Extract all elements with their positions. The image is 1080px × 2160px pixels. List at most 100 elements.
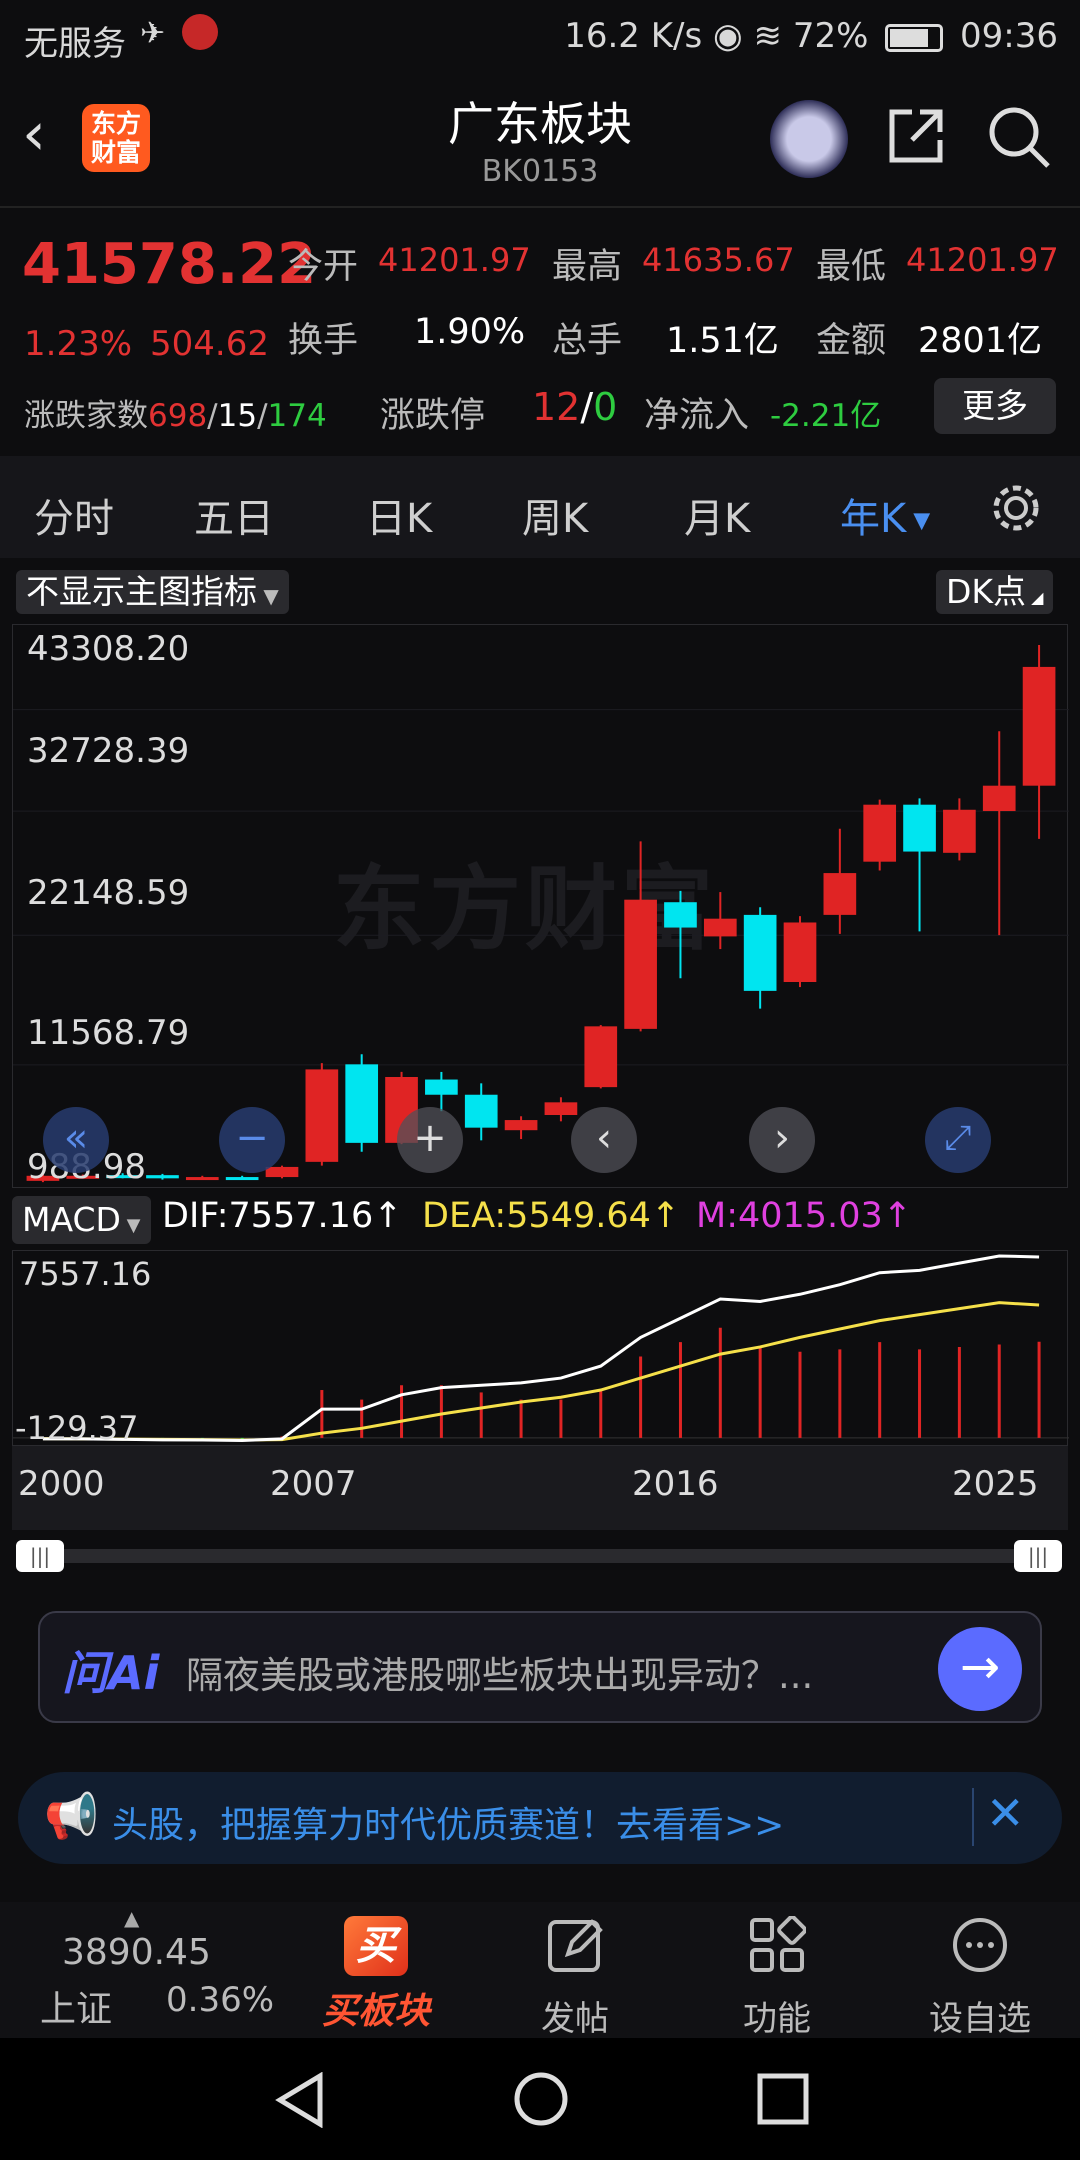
candle-body (544, 1102, 578, 1115)
y-tick-label: 32728.39 (27, 731, 190, 771)
dk-point-label: DK点 (946, 572, 1027, 611)
amount-value: 2801亿 (918, 321, 1043, 361)
post-label: 发帖 (541, 1999, 609, 2039)
arrow-right-icon[interactable]: → (938, 1627, 1022, 1711)
scroll-left-far-icon[interactable]: « (43, 1107, 109, 1173)
amount-label: 金额 (816, 321, 887, 361)
indicator-select[interactable]: 不显示主图指标 ▼ (16, 570, 289, 614)
tab-daily-k[interactable]: 日K (366, 486, 432, 544)
inflow-label: 净流入 (644, 396, 750, 436)
index-value[interactable]: 3890.45 (62, 1932, 211, 1973)
candle-body (584, 1026, 618, 1088)
index-pct[interactable]: 0.36% (166, 1980, 274, 2020)
more-dots-icon (953, 1918, 1007, 1972)
bottom-toolbar: ▲ 3890.45 上证 0.36% 买 买板块 发帖 功能 设自选 (0, 1902, 1080, 2040)
more-button[interactable]: 更多 (934, 378, 1056, 434)
limit-down: 0 (593, 385, 618, 429)
home-circle-icon[interactable] (512, 2070, 570, 2128)
candle-body (265, 1166, 299, 1178)
tab-weekly-k[interactable]: 周K (522, 486, 588, 544)
dea-value: DEA:5549.64↑ (422, 1196, 681, 1236)
period-tabs: 分时 五日 日K 周K 月K 年K ▼ (0, 456, 1080, 558)
candle-body (345, 1064, 379, 1143)
tab-monthly-k[interactable]: 月K (684, 486, 750, 544)
eye-icon: ◉ (713, 16, 743, 56)
candle-body (504, 1120, 538, 1131)
fullscreen-icon[interactable]: ⤢ (925, 1107, 991, 1173)
candle-body (305, 1069, 339, 1162)
ai-prompt[interactable]: 隔夜美股或港股哪些板块出现异动？... (186, 1645, 813, 1699)
next-icon[interactable]: › (749, 1107, 815, 1173)
candle-body (783, 922, 817, 983)
notification-icon: ✈ (140, 16, 166, 51)
add-watchlist-button[interactable]: 设自选 (920, 1916, 1040, 2040)
x-tick-label: 2000 (18, 1464, 105, 1504)
battery-icon (885, 23, 944, 52)
candle-body (1022, 666, 1056, 786)
status-bar: 无服务 ✈ 16.2 K/s ◉ ≋ 72% 09:36 (0, 0, 1080, 74)
open-label: 今开 (288, 247, 359, 287)
candlestick-chart[interactable]: 东方财富 43308.20 32728.39 22148.59 11568.79… (12, 624, 1069, 1188)
candle-body (664, 902, 697, 928)
buy-board-button[interactable]: 买 买板块 (308, 1916, 444, 2034)
notice-banner[interactable]: 📢 头股，把握算力时代优质赛道！去看看>> ✕ (18, 1772, 1062, 1864)
back-triangle-icon[interactable] (274, 2072, 326, 2128)
macd-bottom-label: -129.37 (15, 1409, 139, 1447)
zoom-out-icon[interactable]: − (219, 1107, 285, 1173)
x-axis: 2000 2007 2016 2025 (12, 1446, 1068, 1530)
recents-square-icon[interactable] (756, 2072, 810, 2126)
share-icon[interactable] (884, 104, 948, 168)
change-value: 504.62 (150, 324, 269, 364)
candle-body (425, 1079, 458, 1095)
candle-body (743, 914, 777, 991)
ai-question-box[interactable]: 问Ai 隔夜美股或港股哪些板块出现异动？... → (38, 1611, 1042, 1723)
y-tick-label: 22148.59 (27, 873, 190, 913)
system-nav-bar (0, 2038, 1080, 2160)
x-tick-label: 2025 (952, 1464, 1039, 1504)
x-tick-label: 2016 (632, 1464, 719, 1504)
app-badge-icon (182, 14, 218, 50)
candle-body (982, 785, 1016, 812)
tab-intraday[interactable]: 分时 (34, 486, 114, 544)
candle-body (624, 899, 657, 1029)
candle-body (823, 873, 857, 915)
buy-board-label: 买板块 (321, 1991, 430, 2032)
candle-body (464, 1094, 498, 1128)
low-label: 最低 (816, 247, 887, 287)
candle-body (185, 1177, 219, 1181)
dif-line (42, 1254, 1040, 1443)
range-handle-left-icon[interactable]: ||| (16, 1540, 64, 1572)
last-price: 41578.22 (22, 232, 317, 297)
down-count: 174 (267, 398, 327, 434)
range-slider-track[interactable] (24, 1549, 1056, 1563)
candle-body (903, 804, 936, 852)
candle-body (146, 1175, 179, 1179)
settings-gear-icon[interactable] (990, 482, 1042, 534)
dif-text: DIF:7557.16 (162, 1196, 374, 1236)
function-button[interactable]: 功能 (722, 1915, 832, 2040)
macd-chart[interactable]: 7557.16 -129.37 (12, 1250, 1069, 1447)
prev-icon[interactable]: ‹ (571, 1107, 637, 1173)
m-value: M:4015.03↑ (696, 1196, 913, 1236)
candle-body (225, 1177, 259, 1181)
grid-icon (750, 1915, 807, 1972)
y-tick-label: 11568.79 (27, 1013, 190, 1053)
close-icon[interactable]: ✕ (986, 1786, 1025, 1840)
tab-yearly-k[interactable]: 年K ▼ (840, 486, 930, 544)
limit-label: 涨跌停 (380, 396, 486, 436)
zoom-in-icon[interactable]: + (397, 1107, 463, 1173)
index-name[interactable]: 上证 (40, 1980, 112, 2032)
range-handle-right-icon[interactable]: ||| (1014, 1540, 1062, 1572)
open-value: 41201.97 (378, 241, 531, 279)
notice-text[interactable]: 头股，把握算力时代优质赛道！去看看>> (112, 1796, 784, 1848)
search-icon[interactable] (986, 104, 1052, 170)
function-label: 功能 (743, 1999, 811, 2039)
dk-point-button[interactable]: DK点 ◢ (936, 570, 1054, 614)
post-button[interactable]: 发帖 (520, 1916, 630, 2040)
candle-body (943, 809, 976, 853)
macd-select-label: MACD (22, 1200, 121, 1239)
battery-pct: 72% (792, 16, 869, 56)
tab-five-day[interactable]: 五日 (194, 486, 274, 544)
macd-select[interactable]: MACD ▼ (12, 1196, 151, 1244)
assistant-avatar-icon[interactable] (770, 100, 848, 178)
